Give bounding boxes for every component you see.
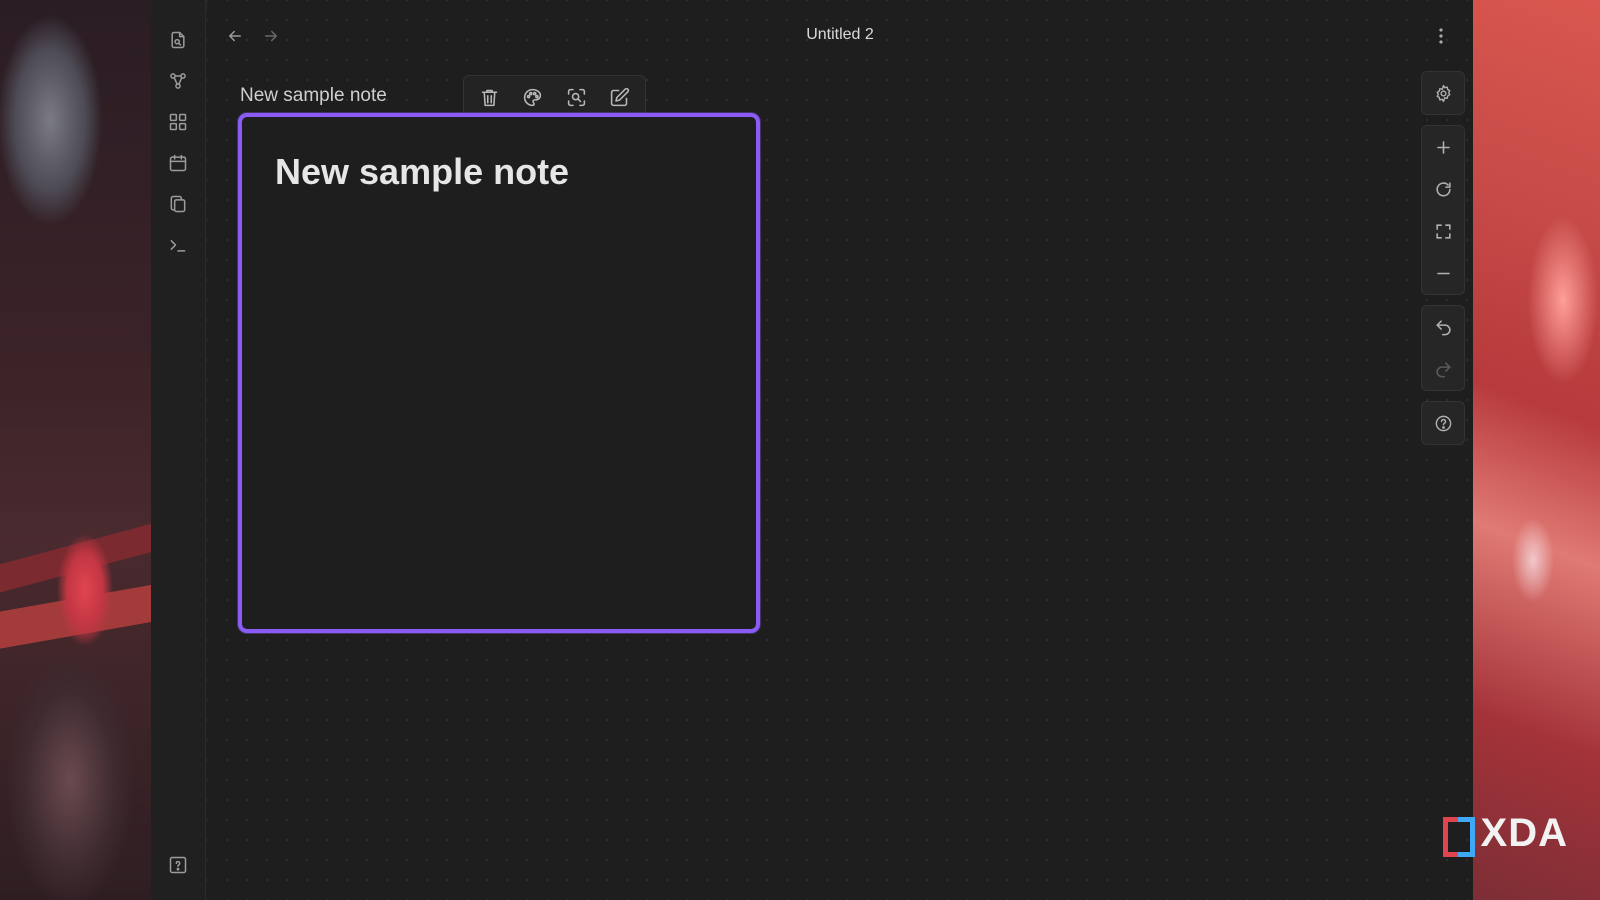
xda-logo-icon <box>1442 815 1477 857</box>
canvas-note-card[interactable]: New sample note <box>238 113 760 633</box>
zoom-out-icon[interactable] <box>1422 252 1464 294</box>
history-group <box>1421 305 1465 391</box>
zoom-to-fit-icon[interactable] <box>1422 210 1464 252</box>
settings-group <box>1421 71 1465 115</box>
view-title[interactable]: Untitled 2 <box>207 26 1473 44</box>
reset-zoom-icon[interactable] <box>1422 168 1464 210</box>
help-icon[interactable] <box>1422 402 1464 444</box>
xda-watermark: XDA <box>1442 811 1568 857</box>
left-ribbon <box>151 0 206 900</box>
zoom-to-selection-icon[interactable] <box>560 81 592 113</box>
node-label[interactable]: New sample note <box>240 85 387 107</box>
command-palette-icon[interactable] <box>162 229 194 261</box>
help-group <box>1421 401 1465 445</box>
xda-watermark-text: XDA <box>1480 811 1568 855</box>
more-options-icon[interactable] <box>1429 24 1453 48</box>
desktop-wallpaper-right <box>1473 0 1600 900</box>
zoom-group <box>1421 125 1465 295</box>
undo-icon[interactable] <box>1422 306 1464 348</box>
graph-view-icon[interactable] <box>162 65 194 97</box>
view-header: Untitled 2 <box>207 14 1473 58</box>
obsidian-window: Untitled 2 New sample note New sample no… <box>151 0 1473 900</box>
redo-icon[interactable] <box>1422 348 1464 390</box>
note-heading: New sample note <box>275 151 570 192</box>
trash-icon[interactable] <box>474 81 506 113</box>
templates-icon[interactable] <box>162 188 194 220</box>
canvas-controls <box>1421 71 1465 455</box>
canvas-view[interactable]: Untitled 2 New sample note New sample no… <box>207 0 1473 900</box>
desktop-wallpaper-left <box>0 0 151 900</box>
canvas-icon[interactable] <box>162 106 194 138</box>
gear-icon[interactable] <box>1422 72 1464 114</box>
palette-icon[interactable] <box>517 81 549 113</box>
zoom-in-icon[interactable] <box>1422 126 1464 168</box>
help-vault-icon[interactable] <box>162 849 194 881</box>
open-quick-switcher-icon[interactable] <box>162 24 194 56</box>
edit-icon[interactable] <box>603 81 635 113</box>
daily-note-calendar-icon[interactable] <box>162 147 194 179</box>
